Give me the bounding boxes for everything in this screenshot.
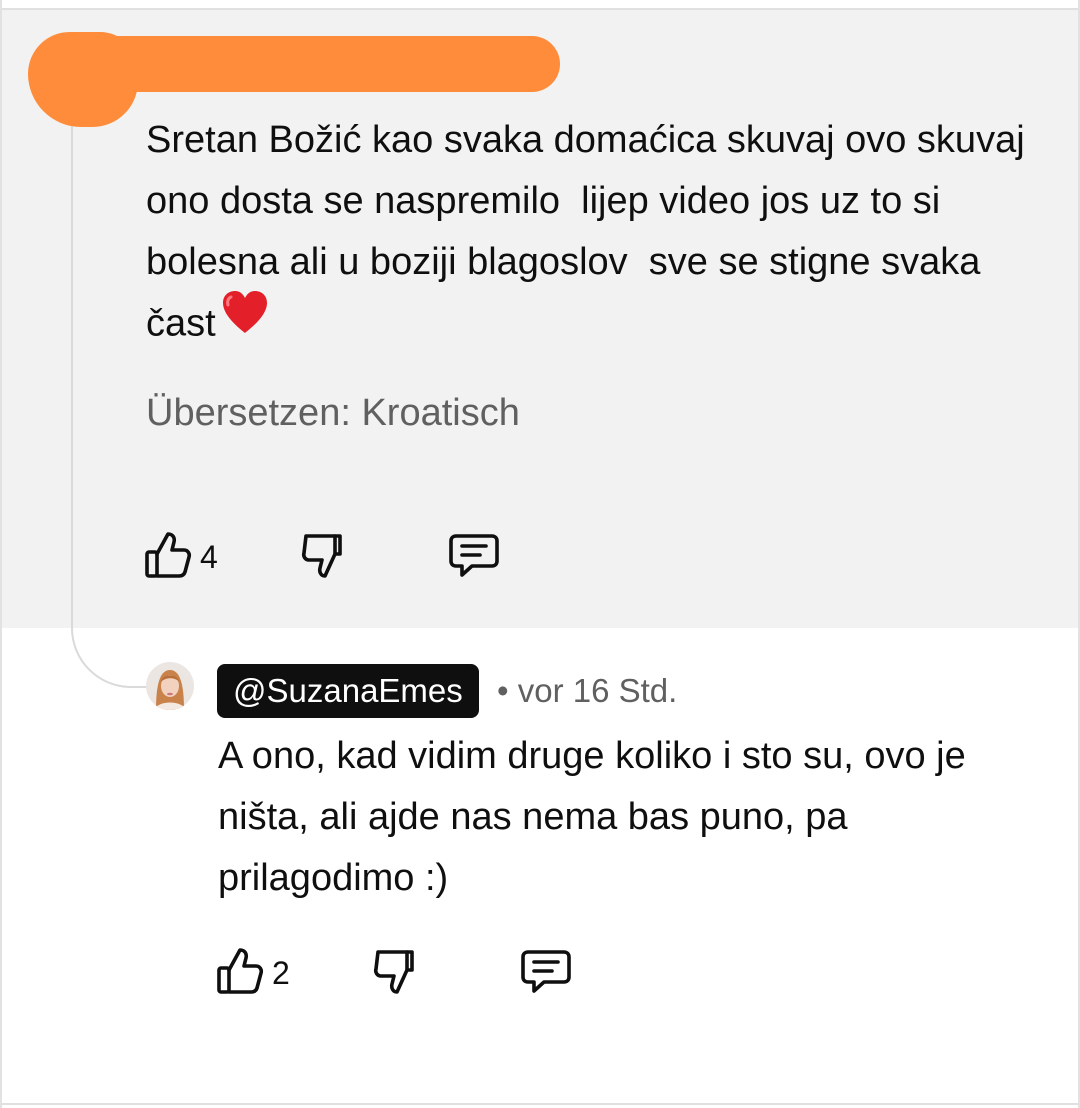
dislike-button[interactable] (300, 530, 348, 585)
thumbs-down-icon (372, 946, 420, 1001)
thumbs-up-icon (216, 946, 264, 1001)
heart-emoji-icon (220, 289, 270, 354)
author-handle-chip[interactable]: @SuzanaEmes (217, 664, 479, 718)
reply-button[interactable] (448, 530, 500, 585)
comment-reply-icon (448, 530, 500, 585)
left-border (0, 0, 2, 1108)
top-divider (0, 8, 1080, 10)
reply-action-bar: 2 (216, 946, 572, 1001)
like-count: 2 (272, 955, 290, 991)
like-count: 4 (200, 539, 218, 575)
reply-button[interactable] (520, 946, 572, 1001)
thumbs-down-icon (300, 530, 348, 585)
comment-action-bar: 4 (144, 530, 500, 585)
redacted-avatar (28, 32, 138, 127)
thumbs-up-icon (144, 530, 192, 585)
reply-timestamp: • vor 16 Std. (497, 672, 678, 709)
comment-text: Sretan Božić kao svaka domaćica skuvaj o… (146, 110, 1026, 358)
reply-text: A ono, kad vidim druge koliko i sto su, … (218, 735, 977, 899)
like-button[interactable]: 2 (216, 946, 290, 1001)
dislike-button[interactable] (372, 946, 420, 1001)
like-button[interactable]: 4 (144, 530, 218, 585)
redacted-username-overlay (99, 40, 481, 92)
comment-reply-icon (520, 946, 572, 1001)
bottom-divider (0, 1103, 1080, 1105)
translate-link[interactable]: Übersetzen: Kroatisch (146, 392, 520, 435)
user-avatar[interactable] (146, 662, 194, 710)
reply-thread-line (71, 100, 147, 688)
